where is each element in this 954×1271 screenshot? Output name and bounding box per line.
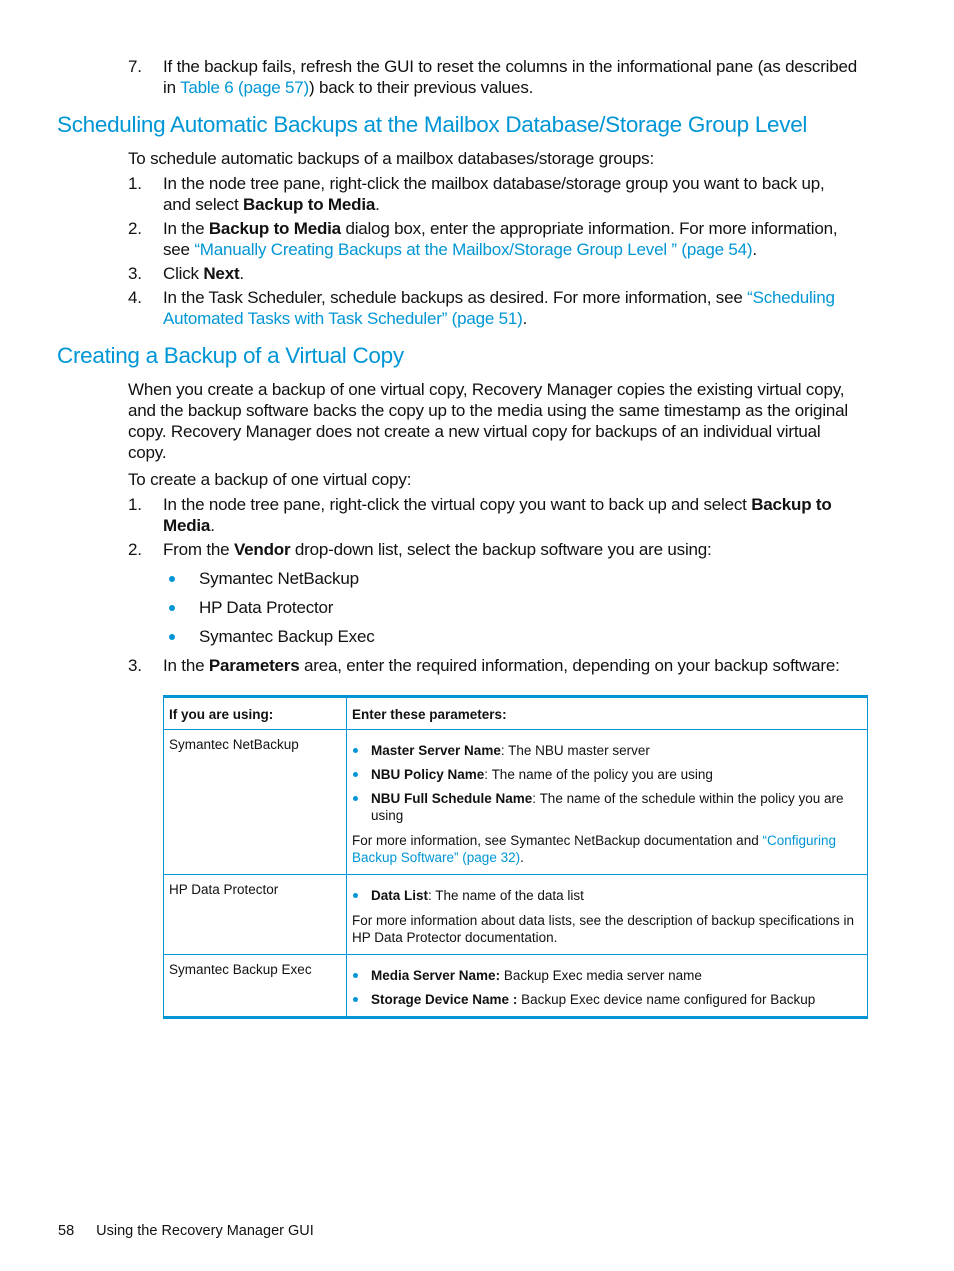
bullet-icon	[169, 634, 175, 640]
step-text: In the node tree pane, right-click the m…	[163, 174, 825, 193]
ui-term: Parameters	[208, 656, 300, 675]
software-cell: HP Data Protector	[163, 874, 347, 955]
parameters-cell: Master Server Name: The NBU master serve…	[346, 729, 868, 875]
para-line: and the backup software backs the copy u…	[128, 401, 848, 420]
table-row: HP Data Protector Data List: The name of…	[163, 874, 868, 955]
parameter-item: Master Server Name: The NBU master serve…	[352, 742, 862, 759]
section2-intro: To create a backup of one virtual copy:	[128, 470, 412, 489]
parameters-cell: Data List: The name of the data list For…	[346, 874, 868, 955]
parameter-item: Data List: The name of the data list	[352, 887, 862, 904]
section2-paragraph: When you create a backup of one virtual …	[128, 379, 888, 463]
table-row: Symantec Backup Exec Media Server Name: …	[163, 954, 868, 1018]
parameter-item: NBU Full Schedule Name: The name of the …	[352, 790, 862, 824]
vendor-bullet-item: Symantec Backup Exec	[163, 626, 563, 648]
step-text: From the Vendor drop-down list, select t…	[163, 540, 712, 559]
table-header-row: If you are using: Enter these parameters…	[163, 696, 868, 730]
page-footer: 58 Using the Recovery Manager GUI	[58, 1223, 314, 1239]
vendor-bullet-item: HP Data Protector	[163, 597, 563, 619]
section2-step-3: 3. In the Parameters area, enter the req…	[128, 655, 888, 677]
ui-term: Backup to Media	[208, 219, 341, 238]
step-number: 7.	[128, 57, 142, 76]
section2-step-1: 1. In the node tree pane, right-click th…	[128, 494, 888, 538]
page-number: 58	[58, 1223, 75, 1239]
step-text-line2: see “Manually Creating Backups at the Ma…	[163, 240, 757, 259]
step-text: In the Backup to Media dialog box, enter…	[163, 219, 838, 238]
step-number: 2.	[128, 219, 142, 238]
step-7: 7. If the backup fails, refresh the GUI …	[128, 56, 888, 100]
section1-step-4: 4. In the Task Scheduler, schedule backu…	[128, 287, 888, 331]
step-text-line2: in Table 6 (page 57)) back to their prev…	[163, 78, 534, 97]
parameter-note: For more information, see Symantec NetBa…	[352, 833, 837, 865]
chapter-title: Using the Recovery Manager GUI	[96, 1223, 314, 1239]
scheduling-tasks-link[interactable]: “Scheduling	[747, 288, 835, 307]
step-text: In the Task Scheduler, schedule backups …	[163, 288, 835, 307]
ui-term: Backup to Media	[243, 195, 376, 214]
column-header: If you are using:	[163, 696, 347, 730]
ui-term: Media	[163, 516, 211, 535]
section1-step-3: 3. Click Next.	[128, 263, 888, 285]
para-line: copy. Recovery Manager does not create a…	[128, 422, 821, 441]
section1-step-2: 2. In the Backup to Media dialog box, en…	[128, 218, 888, 262]
bullet-icon	[353, 997, 358, 1002]
bullet-icon	[353, 796, 358, 801]
step-number: 3.	[128, 264, 142, 283]
column-header: Enter these parameters:	[346, 696, 868, 730]
vendor-name: HP Data Protector	[199, 598, 334, 617]
ui-term: Next	[203, 264, 240, 283]
table-row: Symantec NetBackup Master Server Name: T…	[163, 729, 868, 875]
section-heading-scheduling: Scheduling Automatic Backups at the Mail…	[57, 112, 808, 137]
parameter-note: For more information about data lists, s…	[352, 913, 855, 945]
bullet-icon	[353, 973, 358, 978]
step-text: In the Parameters area, enter the requir…	[163, 656, 840, 675]
bullet-icon	[169, 576, 175, 582]
para-line: When you create a backup of one virtual …	[128, 380, 845, 399]
table-6-link[interactable]: Table 6 (page 57)	[180, 78, 309, 97]
manually-creating-backups-link[interactable]: “Manually Creating Backups at the Mailbo…	[194, 240, 752, 259]
scheduling-tasks-link-cont[interactable]: Automated Tasks with Task Scheduler” (pa…	[163, 309, 523, 328]
parameters-cell: Media Server Name: Backup Exec media ser…	[346, 954, 868, 1018]
step-text-line1: If the backup fails, refresh the GUI to …	[163, 57, 858, 76]
vendor-bullet-item: Symantec NetBackup	[163, 568, 563, 590]
section1-step-1: 1. In the node tree pane, right-click th…	[128, 173, 888, 217]
step-text-line2: Media.	[163, 516, 215, 535]
step-text: In the node tree pane, right-click the v…	[163, 495, 832, 514]
step-number: 1.	[128, 495, 142, 514]
vendor-name: Symantec NetBackup	[199, 569, 359, 588]
parameter-item: Media Server Name: Backup Exec media ser…	[352, 967, 862, 984]
section2-step-2: 2. From the Vendor drop-down list, selec…	[128, 539, 888, 561]
bullet-icon	[169, 605, 175, 611]
step-text-line2: Automated Tasks with Task Scheduler” (pa…	[163, 309, 528, 328]
ui-term: Backup to	[751, 495, 832, 514]
bullet-icon	[353, 893, 358, 898]
step-number: 4.	[128, 288, 142, 307]
step-number: 2.	[128, 540, 142, 559]
parameter-item: NBU Policy Name: The name of the policy …	[352, 766, 862, 783]
bullet-icon	[353, 748, 358, 753]
step-number: 1.	[128, 174, 142, 193]
para-line: copy.	[128, 443, 167, 462]
step-text: Click Next.	[163, 264, 244, 283]
step-text-line2: and select Backup to Media.	[163, 195, 380, 214]
parameter-item: Storage Device Name : Backup Exec device…	[352, 991, 862, 1008]
software-cell: Symantec Backup Exec	[163, 954, 347, 1018]
bullet-icon	[353, 772, 358, 777]
section-heading-virtual-copy: Creating a Backup of a Virtual Copy	[57, 343, 404, 368]
ui-term: Vendor	[233, 540, 291, 559]
step-number: 3.	[128, 656, 142, 675]
parameters-table: If you are using: Enter these parameters…	[163, 695, 868, 1019]
software-cell: Symantec NetBackup	[163, 729, 347, 875]
vendor-name: Symantec Backup Exec	[199, 627, 375, 646]
section1-intro: To schedule automatic backups of a mailb…	[128, 149, 655, 168]
